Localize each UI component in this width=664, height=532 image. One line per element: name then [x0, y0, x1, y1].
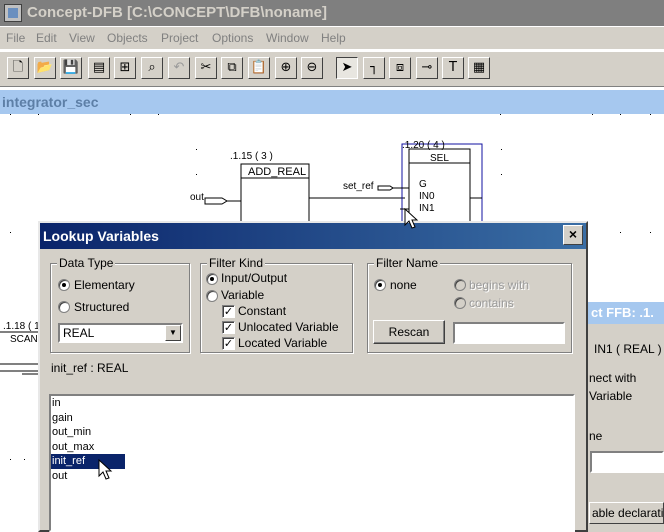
- mouse-cursor-icon: [404, 208, 419, 229]
- save-icon[interactable]: 💾: [60, 57, 82, 79]
- chevron-down-icon[interactable]: ▼: [165, 325, 181, 341]
- connector-icon[interactable]: ⊸: [416, 57, 438, 79]
- block-name-sel: SEL: [430, 153, 449, 164]
- contains-label: contains: [469, 296, 514, 310]
- close-icon[interactable]: ×: [563, 225, 583, 245]
- list-item[interactable]: in: [51, 396, 573, 411]
- connect-with-label: nect with: [589, 371, 637, 385]
- block-name-add-real: ADD_REAL: [248, 166, 307, 178]
- located-variable-checkbox[interactable]: ✓: [222, 337, 235, 350]
- located-variable-label: Located Variable: [238, 336, 328, 350]
- filter-kind-label: Filter Kind: [207, 256, 266, 270]
- menu-window[interactable]: Window: [266, 31, 309, 45]
- lookup-dialog-title[interactable]: Lookup Variables: [40, 223, 586, 249]
- data-type-label: Data Type: [57, 256, 116, 270]
- undo-icon[interactable]: ↶: [168, 57, 190, 79]
- properties-icon[interactable]: ▤: [88, 57, 110, 79]
- app-title-bar: Concept-DFB [C:\CONCEPT\DFB\noname]: [0, 0, 664, 26]
- menu-options[interactable]: Options: [212, 31, 253, 45]
- input-output-label: Input/Output: [221, 271, 288, 285]
- block-id-sel: .1.20 ( 4 ): [402, 140, 445, 151]
- list-item[interactable]: out_min: [51, 425, 573, 440]
- list-item[interactable]: out_max: [51, 440, 573, 455]
- connect-name-label: ne: [589, 429, 603, 443]
- menu-file[interactable]: File: [6, 31, 25, 45]
- toolbar: 🗋 📂 💾 ▤ ⊞ ⌕ ↶ ✂ ⧉ 📋 ⊕ ⊖ ➤ ┐ ⧈ ⊸ T ▦: [0, 51, 664, 87]
- menu-view[interactable]: View: [69, 31, 95, 45]
- document-title: integrator_sec: [2, 94, 99, 110]
- block-name-scan: SCAN: [10, 334, 38, 345]
- zoom-out-icon[interactable]: ⊖: [301, 57, 323, 79]
- document-title-bar[interactable]: integrator_sec: [0, 90, 664, 114]
- link-icon[interactable]: ┐: [363, 57, 385, 79]
- wire-label-out: out: [190, 192, 204, 203]
- menu-project[interactable]: Project: [161, 31, 198, 45]
- none-label: none: [390, 278, 417, 292]
- variable-info: init_ref : REAL: [51, 361, 129, 375]
- mouse-cursor-icon: [98, 459, 113, 480]
- select-pointer-icon[interactable]: ➤: [336, 57, 358, 79]
- structured-radio[interactable]: [58, 301, 70, 313]
- unlocated-variable-checkbox[interactable]: ✓: [222, 321, 235, 334]
- app-title: Concept-DFB [C:\CONCEPT\DFB\noname]: [27, 4, 327, 21]
- begins-with-label: begins with: [469, 278, 530, 292]
- input-output-radio[interactable]: [206, 273, 218, 285]
- wire-label-set-ref: set_ref: [343, 181, 374, 192]
- pin-in0: IN0: [419, 191, 435, 202]
- variables-listbox[interactable]: in gain out_min out_max init_ref out: [49, 394, 575, 532]
- text-icon[interactable]: T: [442, 57, 464, 79]
- filter-name-input[interactable]: [453, 322, 565, 344]
- rescan-button[interactable]: Rescan: [373, 320, 445, 344]
- list-item[interactable]: gain: [51, 411, 573, 426]
- none-radio[interactable]: [374, 279, 386, 291]
- pin-g: G: [419, 179, 427, 190]
- elementary-label: Elementary: [74, 278, 135, 292]
- variable-declaration-button[interactable]: able declaratio: [589, 502, 664, 524]
- begins-with-radio[interactable]: [454, 279, 466, 291]
- constant-label: Constant: [238, 304, 287, 318]
- ffb-icon[interactable]: ⧈: [389, 57, 411, 79]
- copy-icon[interactable]: ⧉: [221, 57, 243, 79]
- unlocated-variable-label: Unlocated Variable: [238, 320, 339, 334]
- menu-bar: File Edit View Objects Project Options W…: [0, 27, 664, 49]
- lookup-dialog-title-text: Lookup Variables: [43, 228, 159, 244]
- find-icon[interactable]: ⌕: [141, 57, 163, 79]
- block-id-scan: .1.18 ( 1: [3, 321, 40, 332]
- connect-ffb-dialog: [588, 302, 664, 532]
- structured-label: Structured: [74, 300, 130, 314]
- menu-edit[interactable]: Edit: [36, 31, 57, 45]
- filter-name-label: Filter Name: [374, 256, 441, 270]
- variable-radio[interactable]: [206, 290, 218, 302]
- connect-name-field[interactable]: [590, 451, 664, 473]
- connect-ffb-dialog-title[interactable]: ct FFB: .1.: [588, 302, 664, 324]
- cut-icon[interactable]: ✂: [195, 57, 217, 79]
- constant-checkbox[interactable]: ✓: [222, 305, 235, 318]
- menu-help[interactable]: Help: [321, 31, 346, 45]
- grid-icon[interactable]: ▦: [468, 57, 490, 79]
- elementary-radio[interactable]: [58, 279, 70, 291]
- tree-icon[interactable]: ⊞: [114, 57, 136, 79]
- menu-objects[interactable]: Objects: [107, 31, 148, 45]
- data-type-value: REAL: [63, 326, 95, 340]
- open-icon[interactable]: 📂: [34, 57, 56, 79]
- app-icon[interactable]: [4, 4, 22, 22]
- zoom-in-icon[interactable]: ⊕: [275, 57, 297, 79]
- data-type-select[interactable]: REAL ▼: [58, 323, 183, 343]
- block-id-add-real: .1.15 ( 3 ): [230, 151, 273, 162]
- connect-ffb-pin: IN1 ( REAL ): [594, 342, 662, 356]
- variable-label: Variable: [221, 288, 265, 302]
- connect-variable-option[interactable]: Variable: [589, 389, 632, 403]
- new-icon[interactable]: 🗋: [7, 57, 29, 79]
- paste-icon[interactable]: 📋: [248, 57, 270, 79]
- contains-radio[interactable]: [454, 297, 466, 309]
- list-item[interactable]: out: [51, 469, 573, 484]
